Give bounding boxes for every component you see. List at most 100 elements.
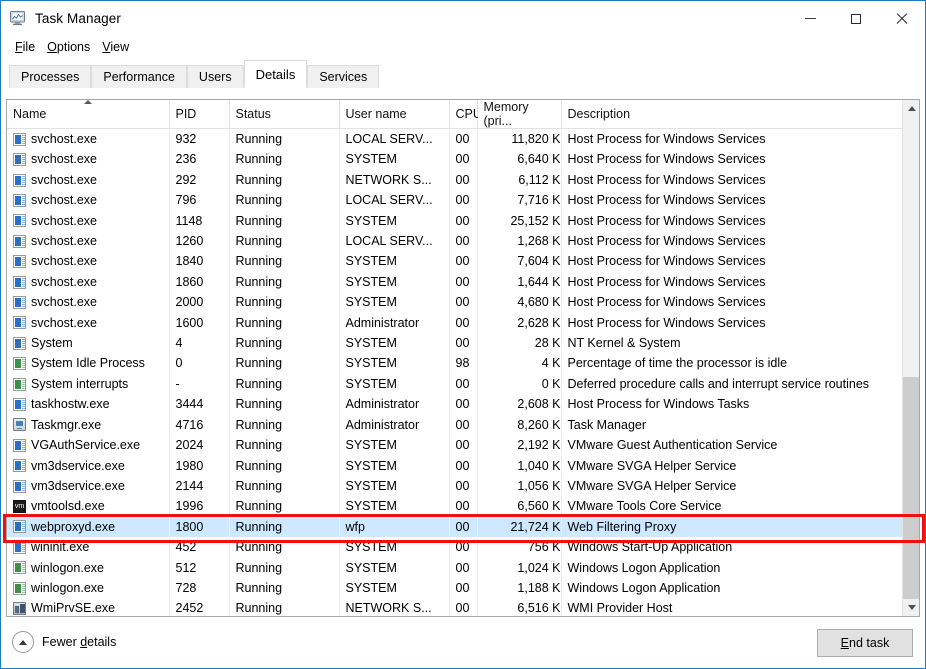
tab-processes[interactable]: Processes <box>9 65 92 88</box>
table-row[interactable]: svchost.exe 2000 Running SYSTEM 00 4,680 K Hos… <box>7 292 909 313</box>
cell-pid: 0 <box>169 353 230 374</box>
menu-item-options[interactable]: Options <box>41 40 96 54</box>
tab-details[interactable]: Details <box>243 60 308 88</box>
process-blue-icon <box>13 479 26 493</box>
menu-item-file[interactable]: File <box>9 40 41 54</box>
column-header-user-name[interactable]: User name <box>339 100 450 129</box>
fewer-details-button[interactable]: Fewer details <box>12 631 116 653</box>
cell-user-name: Administrator <box>339 394 450 415</box>
table-row[interactable]: Taskmgr.exe 4716 Running Administrator 00 8,2… <box>7 414 909 436</box>
cell-cpu: 00 <box>449 435 478 456</box>
table-row[interactable]: svchost.exe 1860 Running SYSTEM 00 1,644 K Hos… <box>7 271 909 293</box>
process-blue-icon <box>13 336 26 350</box>
cell-memory: 0 K <box>477 373 562 395</box>
cell-user-name: SYSTEM <box>339 210 450 232</box>
cell-status: Running <box>229 537 340 558</box>
table-row[interactable]: svchost.exe 292 Running NETWORK S... 00 6,112… <box>7 169 909 191</box>
minimize-button[interactable] <box>787 1 833 36</box>
table-row[interactable]: webproxyd.exe 1800 Running wfp 00 21,724 K Web… <box>7 516 909 538</box>
table-row[interactable]: wininit.exe 452 Running SYSTEM 00 756 K Window… <box>7 537 909 558</box>
table-row[interactable]: winlogon.exe 728 Running SYSTEM 00 1,188 K Win… <box>7 577 909 599</box>
scrollbar-thumb[interactable] <box>903 377 919 600</box>
name-cell-content: svchost.exe <box>13 211 168 231</box>
cell-description: Percentage of time the processor is idle <box>561 353 909 374</box>
cell-status: Running <box>229 169 340 191</box>
column-header-cpu[interactable]: CPU <box>449 100 482 129</box>
scroll-up-button[interactable] <box>903 100 919 117</box>
table-row[interactable]: vm3dservice.exe 1980 Running SYSTEM 00 1,040 … <box>7 455 909 476</box>
table-row[interactable]: System Idle Process 0 Running SYSTEM 98 4 K Pe… <box>7 353 909 374</box>
table-row[interactable]: svchost.exe 1148 Running SYSTEM 00 25,152 K Ho… <box>7 210 909 232</box>
cell-status: Running <box>229 271 340 293</box>
name-cell-content: svchost.exe <box>13 231 168 251</box>
scroll-down-button[interactable] <box>903 599 919 616</box>
table-row[interactable]: System interrupts - Running SYSTEM 00 0 K Defe… <box>7 373 909 395</box>
tab-performance[interactable]: Performance <box>91 65 187 88</box>
cell-user-name: SYSTEM <box>339 537 450 558</box>
cell-name: System <box>7 333 170 354</box>
table-row[interactable]: WmiPrvSE.exe 2452 Running NETWORK S... 00 6,5… <box>7 598 909 616</box>
cell-description: Host Process for Windows Services <box>561 231 909 252</box>
cell-pid: 512 <box>169 557 230 578</box>
table-row[interactable]: svchost.exe 796 Running LOCAL SERV... 00 7,71… <box>7 190 909 211</box>
cell-name: WmiPrvSE.exe <box>7 598 170 616</box>
column-header-name[interactable]: Name <box>7 100 170 129</box>
cell-cpu: 00 <box>449 475 478 497</box>
table-row[interactable]: svchost.exe 1840 Running SYSTEM 00 7,604 K Hos… <box>7 251 909 272</box>
cell-description: Host Process for Windows Services <box>561 149 909 170</box>
column-header-status[interactable]: Status <box>229 100 340 129</box>
cell-user-name: SYSTEM <box>339 292 450 313</box>
vertical-scrollbar[interactable] <box>902 100 919 616</box>
close-button[interactable] <box>879 1 925 36</box>
process-name: svchost.exe <box>31 132 98 146</box>
maximize-button[interactable] <box>833 1 879 36</box>
table-row[interactable]: svchost.exe 236 Running SYSTEM 00 6,640 K Host… <box>7 149 909 170</box>
process-name: svchost.exe <box>31 213 98 228</box>
cell-name: svchost.exe <box>7 128 170 150</box>
table-row[interactable]: vm3dservice.exe 2144 Running SYSTEM 00 1,056 … <box>7 475 909 497</box>
table-row[interactable]: svchost.exe 1260 Running LOCAL SERV... 00 1,2… <box>7 231 909 252</box>
process-name: svchost.exe <box>31 234 98 249</box>
cell-description: Deferred procedure calls and interrupt s… <box>561 373 909 395</box>
process-blue-icon <box>13 275 26 289</box>
table-row[interactable]: svchost.exe 932 Running LOCAL SERV... 00 11,8… <box>7 128 909 150</box>
tab-strip: Processes Performance Users Details Services <box>1 57 925 88</box>
cell-status: Running <box>229 128 340 150</box>
table-row[interactable]: System 4 Running SYSTEM 00 28 K NT Kernel & Sy… <box>7 333 909 354</box>
tab-users[interactable]: Users <box>186 65 244 88</box>
menu-file-rest: ile <box>22 39 36 54</box>
table-row[interactable]: VGAuthService.exe 2024 Running SYSTEM 00 2,19… <box>7 435 909 456</box>
table-row[interactable]: svchost.exe 1600 Running Administrator 00 2,6… <box>7 312 909 334</box>
cell-memory: 28 K <box>477 333 562 354</box>
column-header-pid[interactable]: PID <box>169 100 230 129</box>
cell-cpu: 00 <box>449 292 478 313</box>
process-name: svchost.exe <box>31 172 98 187</box>
cell-cpu: 00 <box>449 128 478 150</box>
cell-description: VMware SVGA Helper Service <box>561 455 909 476</box>
cell-status: Running <box>229 475 340 497</box>
cell-description: Windows Start-Up Application <box>561 537 909 558</box>
chevron-down-icon <box>907 605 916 610</box>
column-header-description[interactable]: Description <box>561 100 909 129</box>
process-name: VGAuthService.exe <box>31 438 141 453</box>
chevron-up-circle-icon <box>12 631 34 653</box>
process-blue-icon <box>13 540 26 554</box>
name-cell-content: svchost.exe <box>13 170 168 190</box>
menu-item-view[interactable]: View <box>96 40 135 54</box>
process-green-icon <box>13 581 26 595</box>
table-row[interactable]: taskhostw.exe 3444 Running Administrator 00 2… <box>7 394 909 415</box>
column-header-memory-pri[interactable]: Memory (pri... <box>477 100 562 129</box>
cell-description: Task Manager <box>561 414 909 436</box>
tab-services[interactable]: Services <box>307 65 380 88</box>
cell-memory: 1,056 K <box>477 475 562 497</box>
cell-memory: 6,560 K <box>477 496 562 517</box>
cell-memory: 1,644 K <box>477 271 562 293</box>
fewer-details-label: Fewer details <box>42 635 117 649</box>
cell-cpu: 00 <box>449 271 478 293</box>
end-task-label: End task <box>840 636 890 650</box>
cell-cpu: 00 <box>449 394 478 415</box>
end-task-button[interactable]: End task <box>817 629 913 657</box>
name-cell-content: taskhostw.exe <box>13 394 168 414</box>
table-row[interactable]: vm vmtoolsd.exe 1996 Running SYSTEM 00 6,560 K… <box>7 496 909 517</box>
table-row[interactable]: winlogon.exe 512 Running SYSTEM 00 1,024 K Win… <box>7 557 909 578</box>
